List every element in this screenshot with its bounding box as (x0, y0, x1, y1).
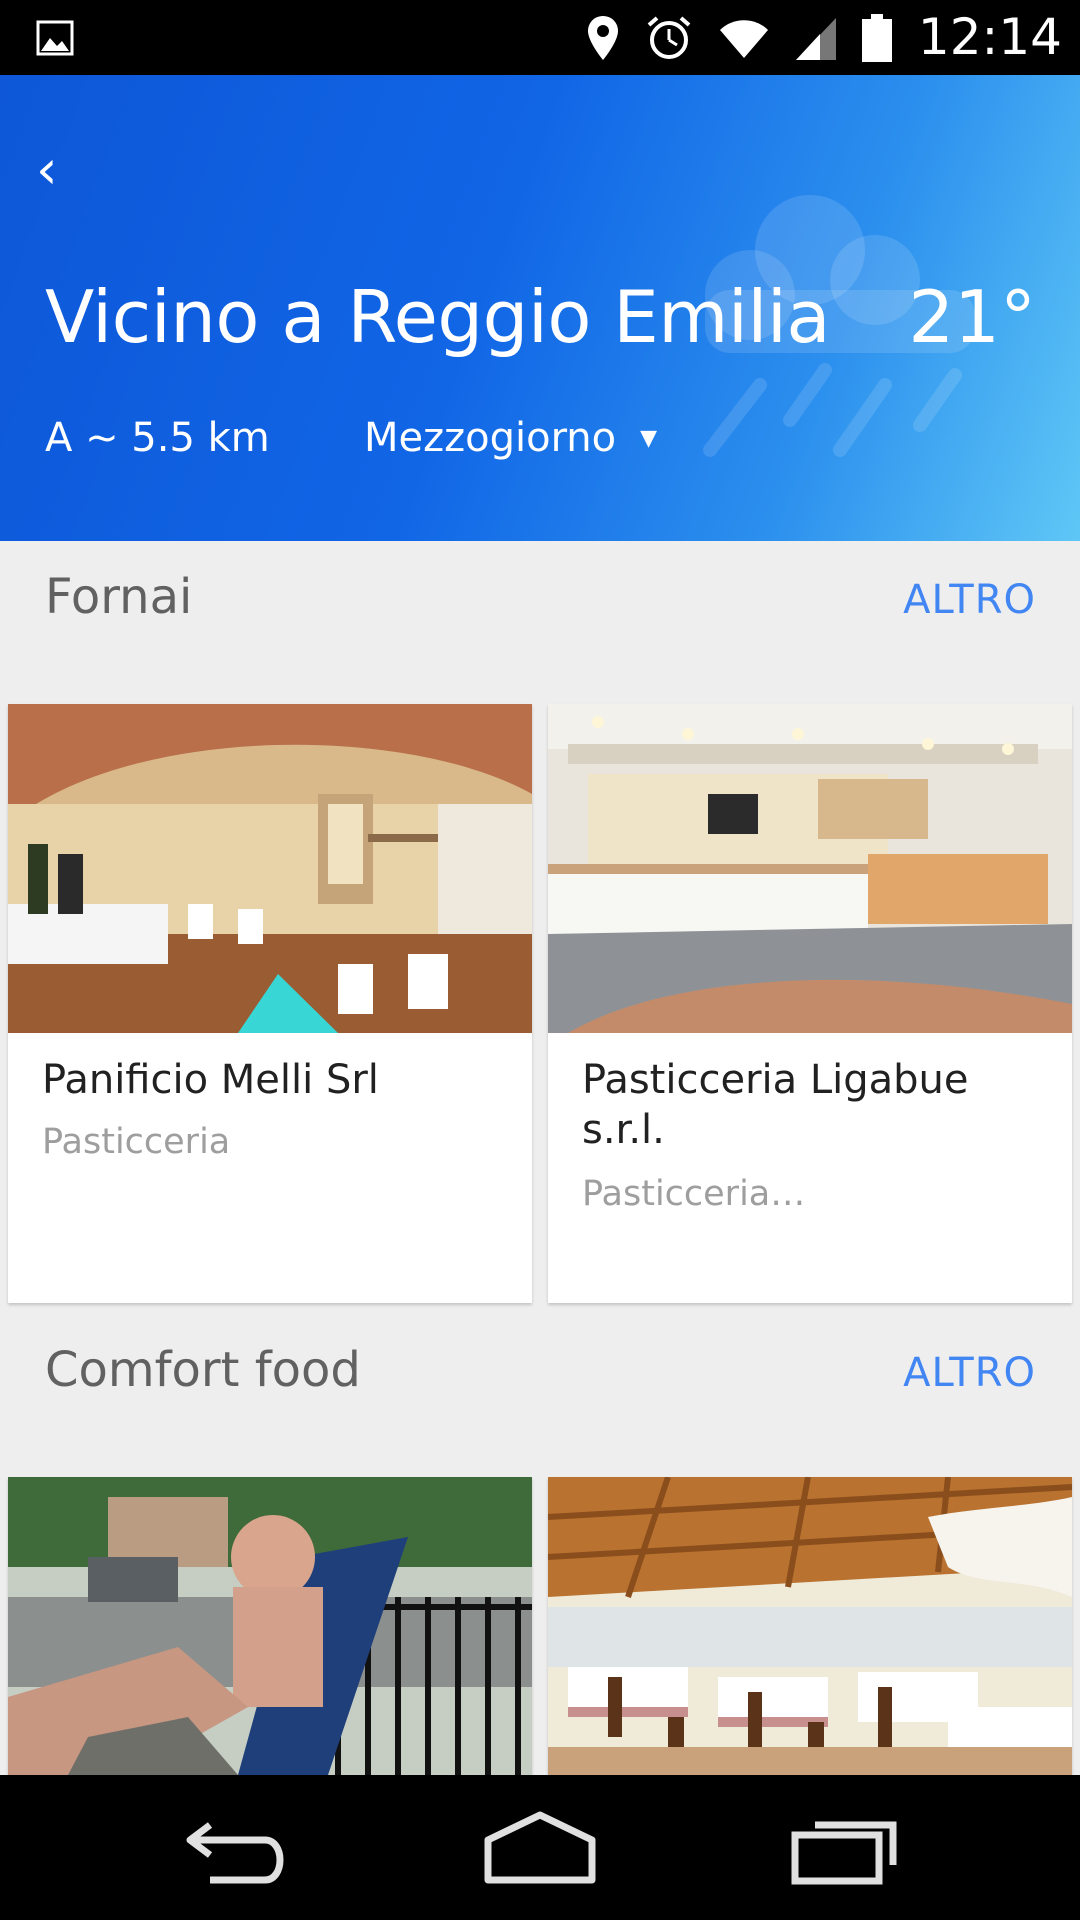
status-bar: 12:14 (0, 0, 1080, 75)
section-title: Fornai (45, 569, 193, 625)
place-name: Panificio Melli Srl (42, 1057, 379, 1103)
place-photo (8, 1477, 532, 1775)
temperature: 21° (908, 275, 1036, 359)
place-name: Pasticceria Ligabue s.r.l. (582, 1057, 969, 1153)
alarm-icon (647, 15, 691, 59)
place-category: Pasticceria… (582, 1174, 806, 1214)
place-card[interactable] (548, 1477, 1072, 1775)
battery-icon (861, 13, 892, 62)
time-of-day-label: Mezzogiorno (364, 415, 617, 461)
place-card[interactable] (8, 1477, 532, 1775)
distance-filter[interactable]: A ~ 5.5 km (45, 415, 270, 461)
navigation-bar (0, 1775, 1080, 1920)
location-pin-icon (587, 15, 618, 60)
wifi-icon (719, 19, 768, 58)
section-header-fornai: Fornai ALTRO (0, 541, 1080, 651)
place-card[interactable]: Pasticceria Ligabue s.r.l. Pasticceria… (548, 704, 1072, 1303)
place-photo (8, 704, 532, 1033)
place-card[interactable]: Panificio Melli Srl Pasticceria (8, 704, 532, 1303)
clock: 12:14 (917, 8, 1062, 66)
image-icon (36, 20, 74, 56)
dropdown-arrow-icon: ▼ (640, 425, 658, 451)
weather-header: ‹ Vicino a Reggio Emilia 21° A ~ 5.5 km … (0, 75, 1080, 541)
place-category: Pasticceria (42, 1122, 231, 1162)
place-photo (548, 704, 1072, 1033)
home-icon[interactable] (480, 1805, 600, 1895)
more-button[interactable]: ALTRO (903, 577, 1036, 623)
section-header-comfort-food: Comfort food ALTRO (0, 1314, 1080, 1424)
time-of-day-dropdown[interactable]: Mezzogiorno ▼ (364, 415, 657, 461)
section-title: Comfort food (45, 1342, 361, 1398)
back-icon[interactable] (180, 1805, 300, 1895)
back-button[interactable]: ‹ (36, 140, 76, 200)
signal-icon (795, 17, 836, 60)
location-title: Vicino a Reggio Emilia (45, 275, 831, 359)
recents-icon[interactable] (785, 1805, 905, 1895)
place-photo (548, 1477, 1072, 1775)
more-button[interactable]: ALTRO (903, 1350, 1036, 1396)
